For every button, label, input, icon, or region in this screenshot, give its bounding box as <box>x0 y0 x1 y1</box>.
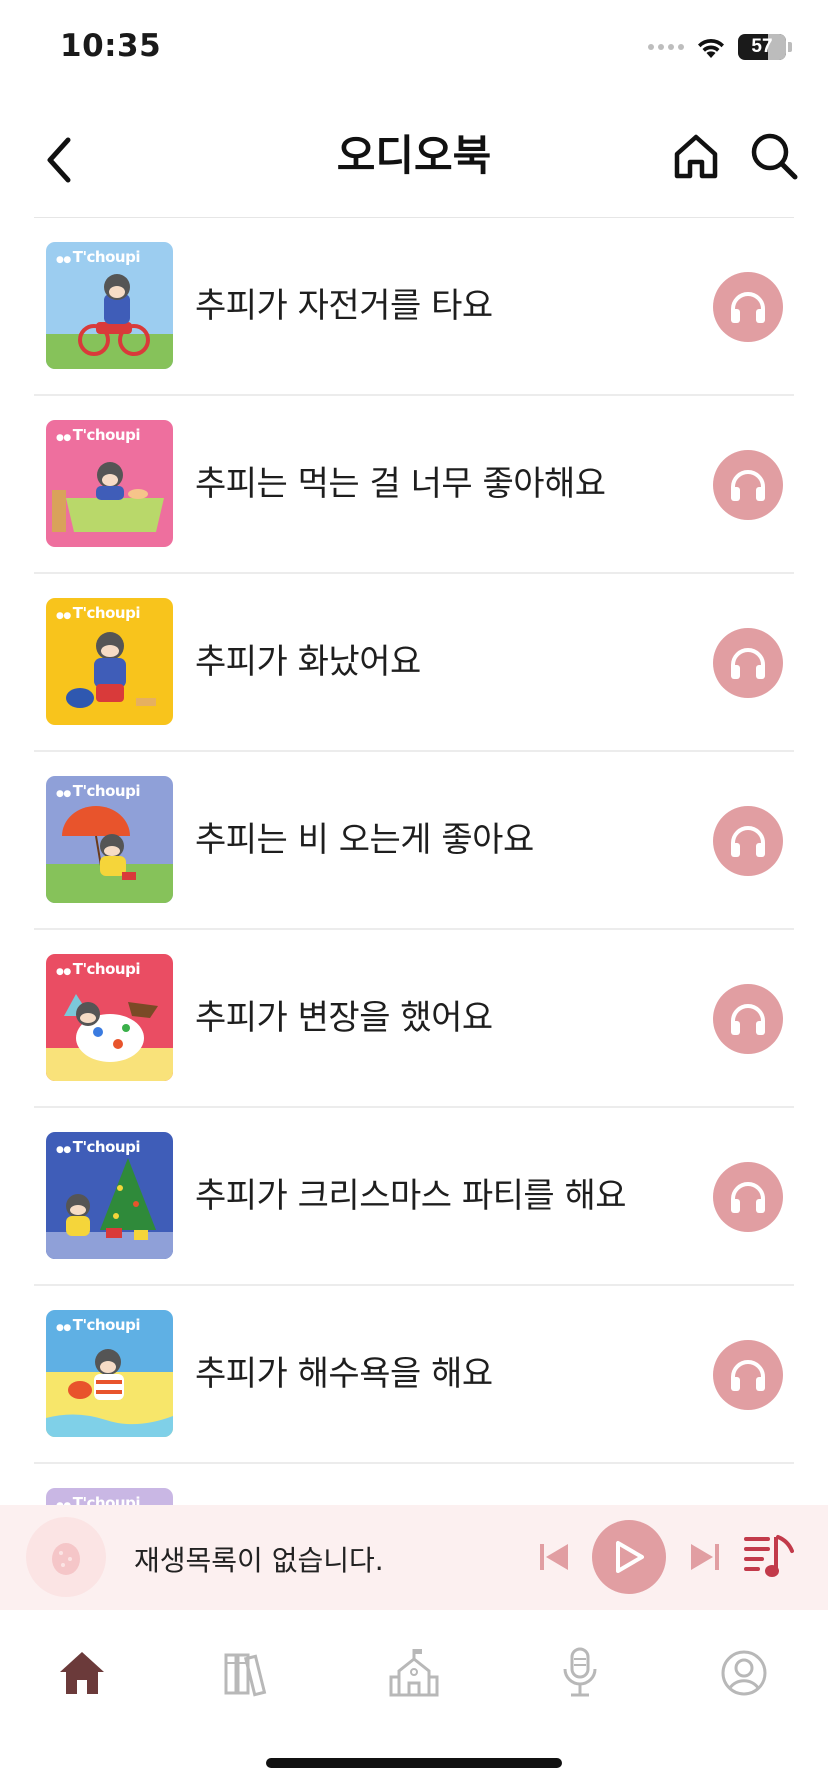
book-cover[interactable]: ●●T'choupi <box>46 1310 173 1437</box>
cover-logo: ●●T'choupi <box>56 1316 140 1334</box>
book-title[interactable]: 추피가 해수욕을 해요 <box>195 1346 493 1395</box>
book-title[interactable]: 추피는 먹는 걸 너무 좋아해요 <box>195 456 606 505</box>
player-artwork <box>26 1517 106 1597</box>
cover-logo: ●●T'choupi <box>56 1138 140 1156</box>
home-button[interactable] <box>668 126 724 186</box>
book-cover[interactable]: ●●T'choupi <box>46 598 173 725</box>
book-cover[interactable]: ●●T'choupi <box>46 242 173 369</box>
list-item[interactable]: ●● T'choupi 추피가 해수욕을 해요 <box>34 1286 794 1464</box>
audiobook-list[interactable]: ●● T'choupi 추피가 자전거를 타요 ●● T'choupi 추피는 … <box>34 218 794 1505</box>
listen-button[interactable] <box>713 450 783 520</box>
status-time: 10:35 <box>60 28 162 64</box>
list-item[interactable]: ●● T'choupi 추피가 변장을 했어요 <box>34 930 794 1108</box>
previous-button[interactable] <box>533 1535 575 1579</box>
book-title[interactable]: 추피가 화났어요 <box>195 634 421 683</box>
cover-logo: ●●T'choupi <box>56 604 140 622</box>
listen-button[interactable] <box>713 984 783 1054</box>
profile-icon <box>721 1650 767 1696</box>
cover-logo: ●●T'choupi <box>56 426 140 444</box>
home-icon <box>60 1652 104 1694</box>
list-item[interactable]: ●●T'choupi <box>34 1464 794 1505</box>
book-cover[interactable]: ●●T'choupi <box>46 1132 173 1259</box>
cover-logo: ●●T'choupi <box>56 1494 140 1505</box>
book-cover[interactable]: ●●T'choupi <box>46 1488 173 1505</box>
home-icon <box>674 134 718 179</box>
list-item[interactable]: ●● T'choupi 추피가 화났어요 <box>34 574 794 752</box>
list-item[interactable]: ●● T'choupi 추피는 먹는 걸 너무 좋아해요 <box>34 396 794 574</box>
mini-player[interactable]: 재생목록이 없습니다. <box>0 1505 828 1610</box>
headphones-icon <box>731 1360 765 1391</box>
headphones-icon <box>731 1182 765 1213</box>
tab-record[interactable] <box>545 1638 615 1708</box>
book-title[interactable]: 추피가 자전거를 타요 <box>195 278 493 327</box>
book-title[interactable]: 추피가 크리스마스 파티를 해요 <box>195 1168 627 1217</box>
books-icon <box>224 1653 267 1697</box>
battery-level: 57 <box>751 36 773 57</box>
home-indicator <box>266 1758 562 1768</box>
headphones-icon <box>731 1004 765 1035</box>
search-icon <box>751 133 798 180</box>
list-item[interactable]: ●● T'choupi 추피는 비 오는게 좋아요 <box>34 752 794 930</box>
cover-logo: ●●T'choupi <box>56 960 140 978</box>
book-cover[interactable]: ●●T'choupi <box>46 954 173 1081</box>
cellular-icon <box>648 44 684 50</box>
list-item[interactable]: ●● T'choupi 추피가 자전거를 타요 <box>34 218 794 396</box>
tab-school[interactable] <box>379 1638 449 1708</box>
tab-profile[interactable] <box>709 1638 779 1708</box>
status-bar: 10:35 57 <box>0 0 828 100</box>
headphones-icon <box>731 470 765 501</box>
tab-home[interactable] <box>47 1638 117 1708</box>
book-cover[interactable]: ●●T'choupi <box>46 420 173 547</box>
playlist-button[interactable] <box>740 1527 796 1587</box>
listen-button[interactable] <box>713 272 783 342</box>
cover-logo: ●●T'choupi <box>56 248 140 266</box>
previous-icon <box>540 1544 568 1570</box>
wifi-icon <box>698 38 724 58</box>
app-header: 오디오북 <box>0 100 828 218</box>
list-item[interactable]: ●● T'choupi 추피가 크리스마스 파티를 해요 <box>34 1108 794 1286</box>
microphone-icon <box>563 1647 597 1697</box>
album-art-icon <box>52 1543 80 1575</box>
listen-button[interactable] <box>713 1162 783 1232</box>
listen-button[interactable] <box>713 628 783 698</box>
listen-button[interactable] <box>713 1340 783 1410</box>
tab-library[interactable] <box>213 1638 283 1708</box>
book-title[interactable]: 추피가 변장을 했어요 <box>195 990 493 1039</box>
play-icon <box>616 1541 644 1573</box>
book-cover[interactable]: ●●T'choupi <box>46 776 173 903</box>
school-icon <box>389 1649 439 1697</box>
play-button[interactable] <box>592 1520 666 1594</box>
next-button[interactable] <box>684 1535 726 1579</box>
book-title[interactable]: 추피는 비 오는게 좋아요 <box>195 812 534 861</box>
status-indicators: 57 <box>648 34 792 60</box>
headphones-icon <box>731 648 765 679</box>
player-status-text: 재생목록이 없습니다. <box>134 1544 384 1577</box>
search-button[interactable] <box>746 126 802 186</box>
headphones-icon <box>731 826 765 857</box>
playlist-icon <box>744 1535 794 1577</box>
battery-icon: 57 <box>738 34 786 60</box>
cover-logo: ●●T'choupi <box>56 782 140 800</box>
headphones-icon <box>731 292 765 323</box>
next-icon <box>691 1544 719 1570</box>
listen-button[interactable] <box>713 806 783 876</box>
